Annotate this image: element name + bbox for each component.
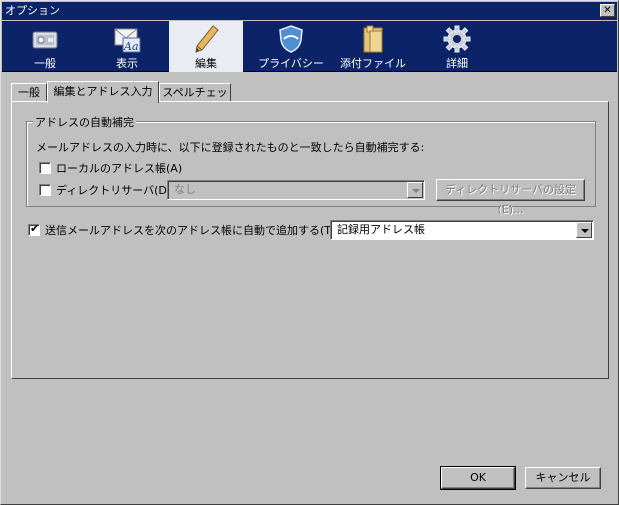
toolbar-general-button[interactable]: 一般: [8, 21, 82, 72]
close-icon[interactable]: ✕: [600, 4, 615, 17]
directory-server-settings-button[interactable]: ディレクトリサーバの設定(E)...: [436, 179, 585, 216]
auto-add-dropdown-button[interactable]: [576, 222, 592, 238]
category-toolbar: 一般 Aa 表示 編集 プライバシー 添付ファイル 詳細: [2, 21, 617, 72]
edit-pencil-icon: [195, 25, 219, 53]
cancel-button[interactable]: キャンセル: [525, 467, 601, 489]
auto-add-label: 送信メールアドレスを次のアドレス帳に自動で追加する(T):: [45, 224, 340, 237]
options-window: オプション ✕ 一般 Aa 表示 編集 プライバシー 添付ファイル 詳細 一般 …: [0, 0, 619, 505]
tab-panel: アドレスの自動補完 メールアドレスの入力時に、以下に登録されたものと一致したら自…: [11, 101, 609, 379]
privacy-shield-icon: [279, 25, 303, 53]
window-title: オプション: [5, 4, 60, 17]
autocomplete-group-title: アドレスの自動補完: [33, 114, 136, 130]
toolbar-advanced-button[interactable]: 詳細: [420, 21, 494, 72]
display-icon: Aa: [114, 28, 141, 53]
toolbar-attachment-button[interactable]: 添付ファイル: [336, 21, 410, 72]
checkmark-icon: ✔: [30, 222, 40, 235]
chevron-down-icon: [412, 189, 420, 193]
auto-add-addressbook-value: 記録用アドレス帳: [337, 223, 425, 236]
chevron-down-icon: [581, 229, 589, 233]
tab-spellcheck[interactable]: スペルチェック: [159, 83, 231, 116]
autocomplete-group: アドレスの自動補完 メールアドレスの入力時に、以下に登録されたものと一致したら自…: [26, 114, 596, 216]
local-addressbook-checkbox[interactable]: [39, 162, 51, 174]
toolbar-general-label: 一般: [34, 57, 56, 70]
directory-server-select[interactable]: なし: [167, 180, 425, 200]
general-icon: [32, 31, 58, 49]
auto-add-addressbook-select[interactable]: 記録用アドレス帳: [330, 220, 594, 240]
directory-server-label: ディレクトリサーバ(D):: [56, 184, 175, 197]
toolbar-privacy-button[interactable]: プライバシー: [254, 21, 328, 72]
toolbar-privacy-label: プライバシー: [258, 57, 324, 70]
toolbar-display-button[interactable]: Aa 表示: [90, 21, 164, 72]
directory-server-value: なし: [174, 183, 196, 196]
ok-button[interactable]: OK: [440, 466, 516, 490]
toolbar-edit-label: 編集: [195, 57, 217, 70]
directory-server-dropdown-button[interactable]: [407, 182, 423, 198]
auto-add-checkbox[interactable]: ✔: [28, 222, 40, 236]
toolbar-attachment-label: 添付ファイル: [340, 57, 406, 70]
svg-text:Aa: Aa: [123, 40, 139, 53]
autocomplete-description: メールアドレスの入力時に、以下に登録されたものと一致したら自動補完する:: [36, 141, 425, 154]
attachment-folder-icon: [363, 25, 383, 53]
toolbar-advanced-label: 詳細: [446, 57, 468, 70]
toolbar-edit-button[interactable]: 編集: [169, 21, 243, 72]
title-bar: オプション ✕: [2, 2, 617, 20]
tab-general[interactable]: 一般: [11, 83, 47, 102]
local-addressbook-label: ローカルのアドレス帳(A): [56, 162, 183, 175]
advanced-gear-icon: [443, 25, 471, 53]
directory-server-checkbox[interactable]: [39, 184, 51, 196]
tab-editing-address[interactable]: 編集とアドレス入力: [47, 81, 159, 103]
toolbar-display-label: 表示: [116, 57, 138, 70]
